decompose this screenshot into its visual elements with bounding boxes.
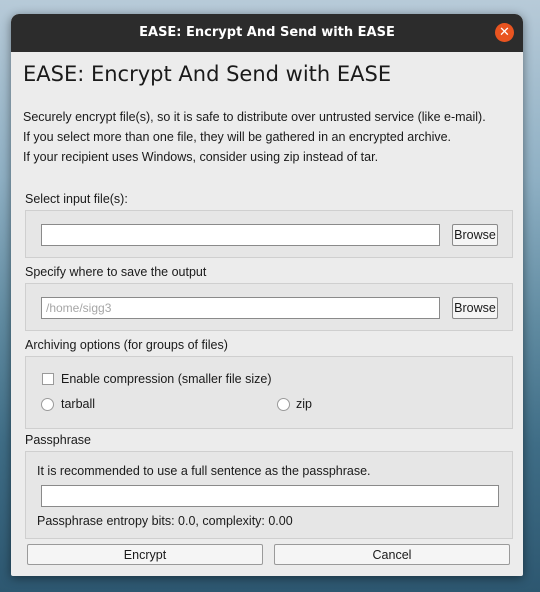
passphrase-entropy: Passphrase entropy bits: 0.0, complexity… bbox=[37, 514, 293, 528]
input-files-group: Browse bbox=[25, 210, 513, 258]
output-label: Specify where to save the output bbox=[25, 265, 207, 279]
input-browse-button[interactable]: Browse bbox=[452, 224, 498, 246]
passphrase-group: It is recommended to use a full sentence… bbox=[25, 451, 513, 539]
output-path-field[interactable] bbox=[41, 297, 440, 319]
input-files-field[interactable] bbox=[41, 224, 440, 246]
input-files-label: Select input file(s): bbox=[25, 192, 128, 206]
tarball-radio[interactable] bbox=[41, 398, 54, 411]
window-title: EASE: Encrypt And Send with EASE bbox=[139, 25, 395, 40]
close-button[interactable]: ✕ bbox=[495, 23, 514, 42]
cancel-button[interactable]: Cancel bbox=[274, 544, 510, 565]
zip-radio[interactable] bbox=[277, 398, 290, 411]
description-line-3: If your recipient uses Windows, consider… bbox=[23, 150, 379, 164]
archiving-label: Archiving options (for groups of files) bbox=[25, 338, 228, 352]
close-icon: ✕ bbox=[499, 25, 510, 40]
passphrase-label: Passphrase bbox=[25, 433, 92, 447]
passphrase-field[interactable] bbox=[41, 485, 499, 507]
encrypt-button[interactable]: Encrypt bbox=[27, 544, 263, 565]
archiving-group: Enable compression (smaller file size) t… bbox=[25, 356, 513, 429]
zip-label[interactable]: zip bbox=[296, 397, 312, 411]
output-browse-button[interactable]: Browse bbox=[452, 297, 498, 319]
passphrase-hint: It is recommended to use a full sentence… bbox=[37, 464, 371, 478]
compression-label[interactable]: Enable compression (smaller file size) bbox=[61, 372, 272, 386]
description-line-2: If you select more than one file, they w… bbox=[23, 130, 452, 144]
tarball-label[interactable]: tarball bbox=[61, 397, 95, 411]
compression-checkbox[interactable] bbox=[42, 373, 54, 385]
output-group: Browse bbox=[25, 283, 513, 331]
title-bar[interactable]: EASE: Encrypt And Send with EASE ✕ bbox=[11, 14, 523, 52]
page-heading: EASE: Encrypt And Send with EASE bbox=[23, 62, 392, 86]
description-line-1: Securely encrypt file(s), so it is safe … bbox=[23, 110, 486, 124]
ease-dialog-window: EASE: Encrypt And Send with EASE ✕ EASE:… bbox=[11, 14, 523, 576]
